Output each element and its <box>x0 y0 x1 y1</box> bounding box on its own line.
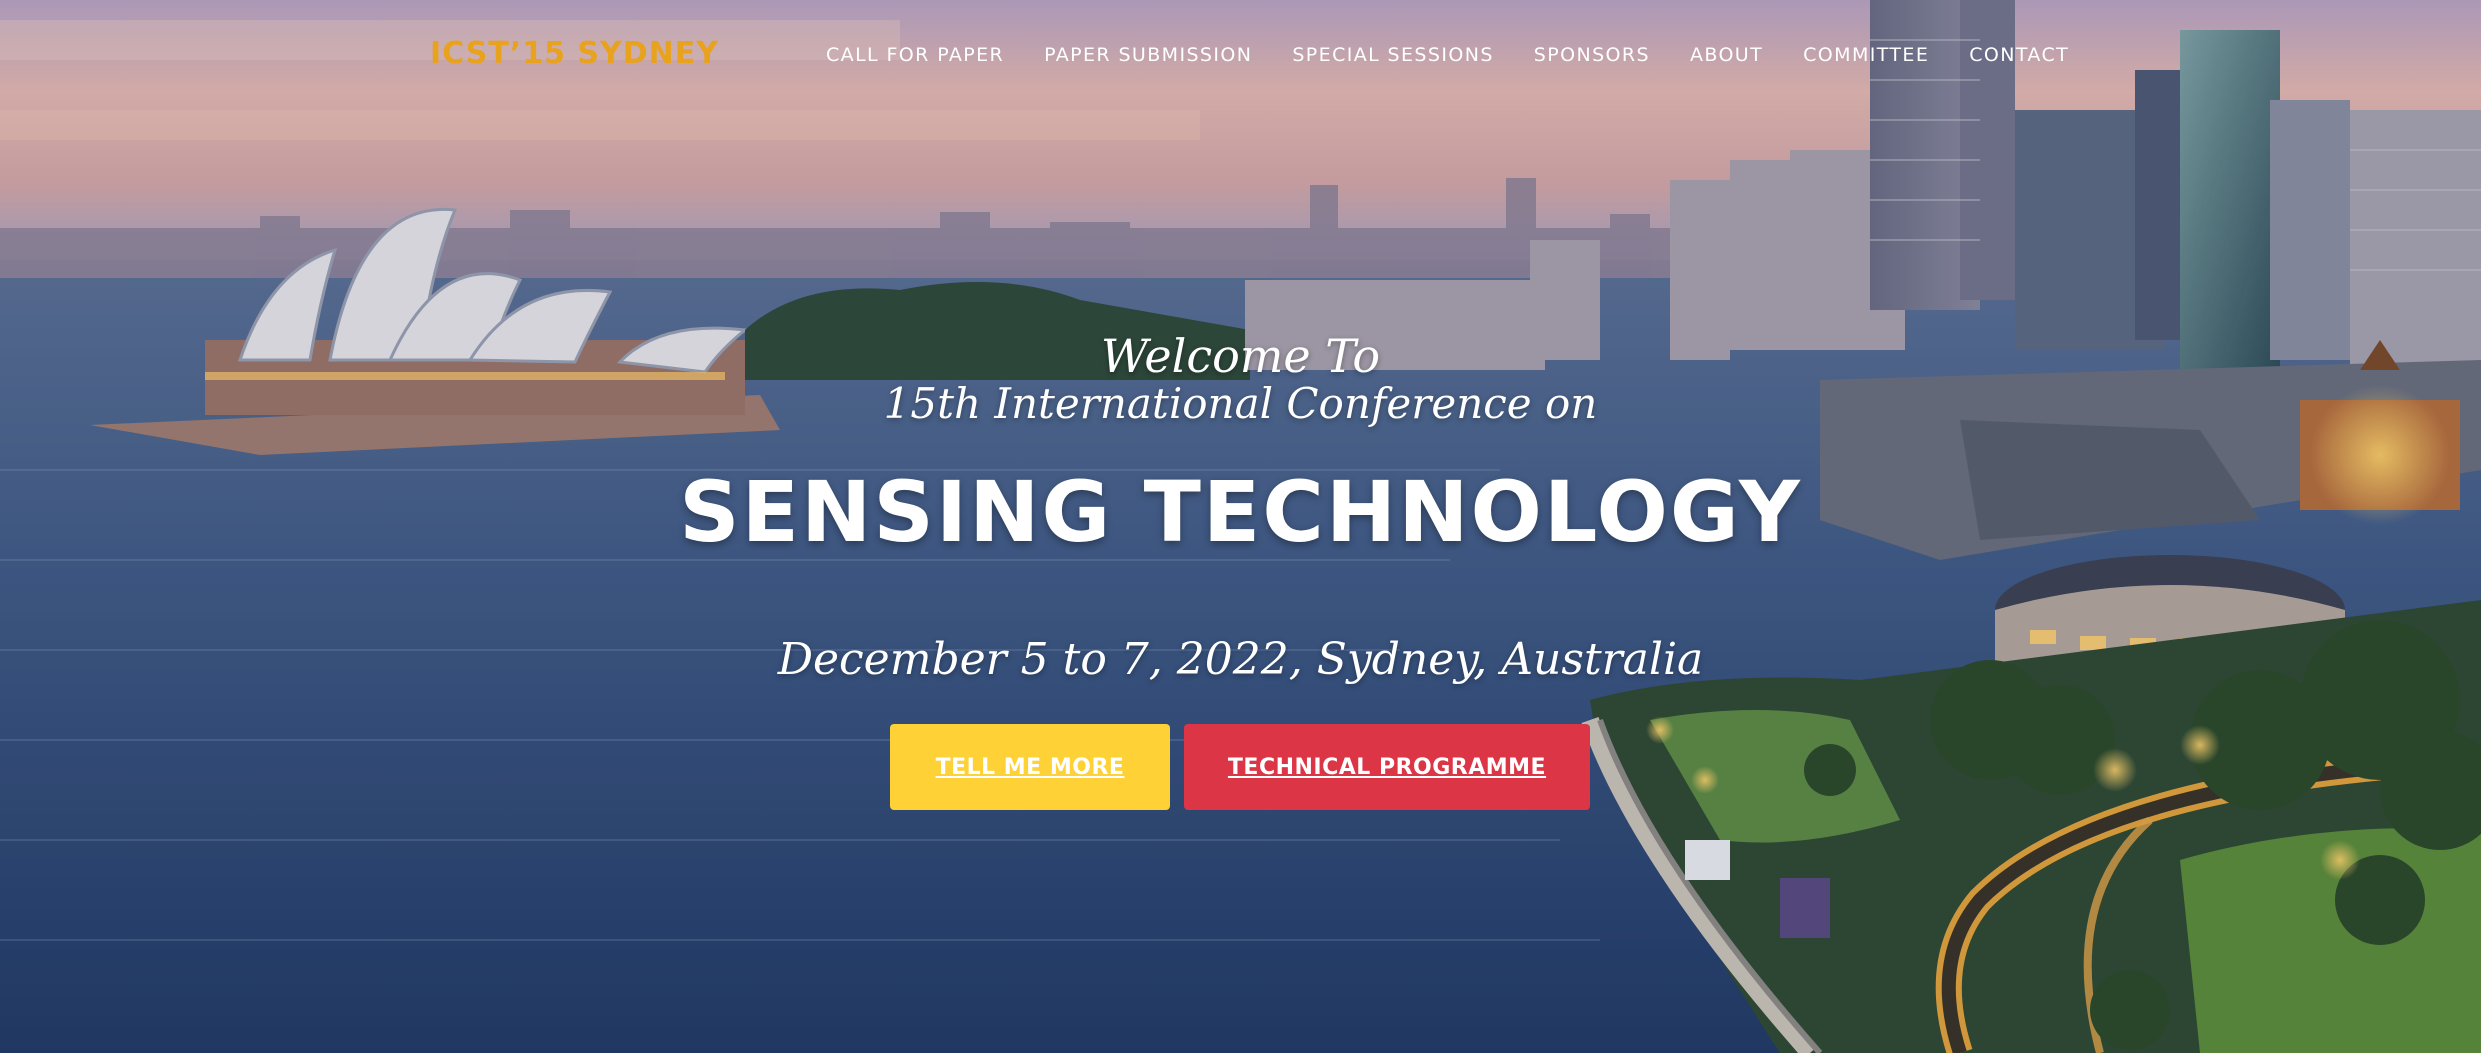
welcome-text: Welcome To <box>1100 329 1381 383</box>
nav-item-call-for-paper: CALL FOR PAPER <box>826 44 1024 66</box>
nav-menu: CALL FOR PAPER PAPER SUBMISSION SPECIAL … <box>826 44 2089 66</box>
nav-item-sponsors: SPONSORS <box>1514 44 1670 66</box>
nav-link-sponsors[interactable]: SPONSORS <box>1514 44 1670 66</box>
conference-subtitle: 15th International Conference on <box>883 379 1598 428</box>
nav-link-contact[interactable]: CONTACT <box>1949 44 2089 66</box>
nav-item-committee: COMMITTEE <box>1783 44 1949 66</box>
nav-link-paper-submission[interactable]: PAPER SUBMISSION <box>1024 44 1272 66</box>
technical-programme-button[interactable]: TECHNICAL PROGRAMME <box>1184 724 1590 810</box>
nav-item-contact: CONTACT <box>1949 44 2089 66</box>
nav-item-special-sessions: SPECIAL SESSIONS <box>1272 44 1513 66</box>
event-dateline: December 5 to 7, 2022, Sydney, Australia <box>777 634 1704 685</box>
nav-item-about: ABOUT <box>1670 44 1783 66</box>
nav-link-committee[interactable]: COMMITTEE <box>1783 44 1949 66</box>
nav-link-about[interactable]: ABOUT <box>1670 44 1783 66</box>
hero-section: ICST’15 SYDNEY CALL FOR PAPER PAPER SUBM… <box>0 0 2481 1053</box>
conference-headline: SENSING TECHNOLOGY <box>679 463 1802 561</box>
nav-link-special-sessions[interactable]: SPECIAL SESSIONS <box>1272 44 1513 66</box>
tell-me-more-button[interactable]: TELL ME MORE <box>890 724 1170 810</box>
brand-logo-link[interactable]: ICST’15 SYDNEY <box>430 36 719 71</box>
nav-item-paper-submission: PAPER SUBMISSION <box>1024 44 1272 66</box>
nav-link-call-for-paper[interactable]: CALL FOR PAPER <box>826 44 1024 66</box>
top-navbar: ICST’15 SYDNEY CALL FOR PAPER PAPER SUBM… <box>0 0 2481 116</box>
